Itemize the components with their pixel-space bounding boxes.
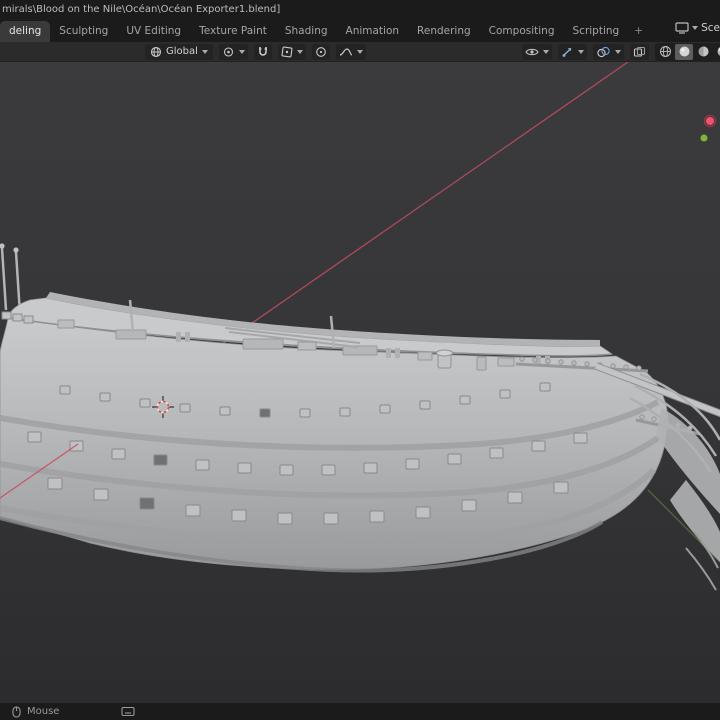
chevron-down-icon bbox=[201, 49, 208, 54]
gizmo-axis-x[interactable] bbox=[706, 117, 714, 125]
shading-solid-button[interactable] bbox=[675, 43, 693, 60]
status-hint-label: Mouse bbox=[27, 706, 60, 717]
shading-wireframe-button[interactable] bbox=[656, 44, 674, 60]
snap-target-icon bbox=[281, 45, 293, 58]
scene-icon bbox=[675, 22, 689, 34]
xray-toggle-button[interactable] bbox=[630, 43, 649, 60]
show-gizmo-dropdown[interactable] bbox=[558, 43, 587, 60]
workspace-tabbar: deling Sculpting UV Editing Texture Pain… bbox=[0, 19, 720, 42]
proportional-edit-toggle[interactable] bbox=[311, 43, 330, 60]
overlays-dropdown[interactable] bbox=[593, 43, 624, 60]
navigation-gizmo[interactable] bbox=[700, 114, 717, 142]
chevron-down-icon bbox=[615, 49, 621, 54]
eye-icon bbox=[525, 48, 539, 55]
tab-texture-paint[interactable]: Texture Paint bbox=[190, 21, 276, 42]
chevron-down-icon bbox=[578, 49, 584, 54]
wireframe-sphere-icon bbox=[659, 46, 671, 57]
overlays-icon bbox=[597, 46, 610, 57]
window-title: mirals\Blood on the Nile\Océan\Océan Exp… bbox=[0, 0, 720, 19]
transform-orientation-dropdown[interactable]: Global bbox=[145, 43, 213, 60]
gizmo-arrow-icon bbox=[562, 47, 572, 57]
snap-toggle-button[interactable] bbox=[253, 43, 272, 60]
tab-add-workspace[interactable]: + bbox=[628, 21, 649, 42]
chevron-down-icon bbox=[296, 49, 303, 54]
tab-shading[interactable]: Shading bbox=[276, 21, 337, 42]
scene-selector-label: Sce bbox=[701, 22, 720, 34]
tab-modeling[interactable]: deling bbox=[0, 21, 51, 42]
pivot-point-dropdown[interactable] bbox=[218, 43, 248, 60]
rendered-sphere-icon bbox=[717, 46, 720, 57]
gizmo-axis-y[interactable] bbox=[700, 134, 708, 142]
shading-mode-group bbox=[655, 42, 720, 61]
chevron-down-icon bbox=[356, 49, 363, 54]
pivot-point-icon bbox=[223, 46, 233, 57]
stern-lantern bbox=[0, 243, 5, 249]
object-visibility-dropdown[interactable] bbox=[522, 43, 552, 60]
ship-model[interactable] bbox=[0, 243, 720, 591]
material-sphere-icon bbox=[698, 46, 708, 57]
falloff-curve-icon bbox=[339, 47, 353, 56]
viewport-header: Global bbox=[0, 42, 720, 62]
snap-target-dropdown[interactable] bbox=[277, 43, 306, 60]
mouse-icon bbox=[12, 705, 21, 718]
tab-scripting[interactable]: Scripting bbox=[564, 21, 629, 42]
tab-uv-editing[interactable]: UV Editing bbox=[117, 21, 190, 42]
orientation-globe-icon bbox=[150, 46, 162, 57]
tab-animation[interactable]: Animation bbox=[337, 21, 409, 42]
keyboard-icon bbox=[121, 706, 136, 717]
stern-lantern bbox=[13, 247, 19, 253]
orientation-label: Global bbox=[166, 46, 198, 57]
proportional-edit-icon bbox=[316, 46, 326, 57]
stern-posts bbox=[0, 247, 22, 315]
tab-rendering[interactable]: Rendering bbox=[408, 21, 480, 42]
status-bar: Mouse bbox=[0, 703, 720, 720]
solid-sphere-icon bbox=[679, 46, 689, 57]
scene-selector[interactable]: Sce bbox=[675, 22, 720, 34]
tab-compositing[interactable]: Compositing bbox=[480, 21, 564, 42]
xray-icon bbox=[633, 46, 646, 57]
chevron-down-icon bbox=[238, 49, 245, 54]
tab-sculpting[interactable]: Sculpting bbox=[50, 21, 117, 42]
magnet-icon bbox=[258, 46, 267, 56]
chevron-down-icon bbox=[543, 49, 549, 54]
proportional-falloff-dropdown[interactable] bbox=[335, 43, 366, 60]
shading-rendered-button[interactable] bbox=[713, 44, 720, 60]
3d-viewport[interactable] bbox=[0, 62, 720, 703]
chevron-down-icon bbox=[692, 26, 699, 30]
shading-material-button[interactable] bbox=[694, 44, 712, 60]
